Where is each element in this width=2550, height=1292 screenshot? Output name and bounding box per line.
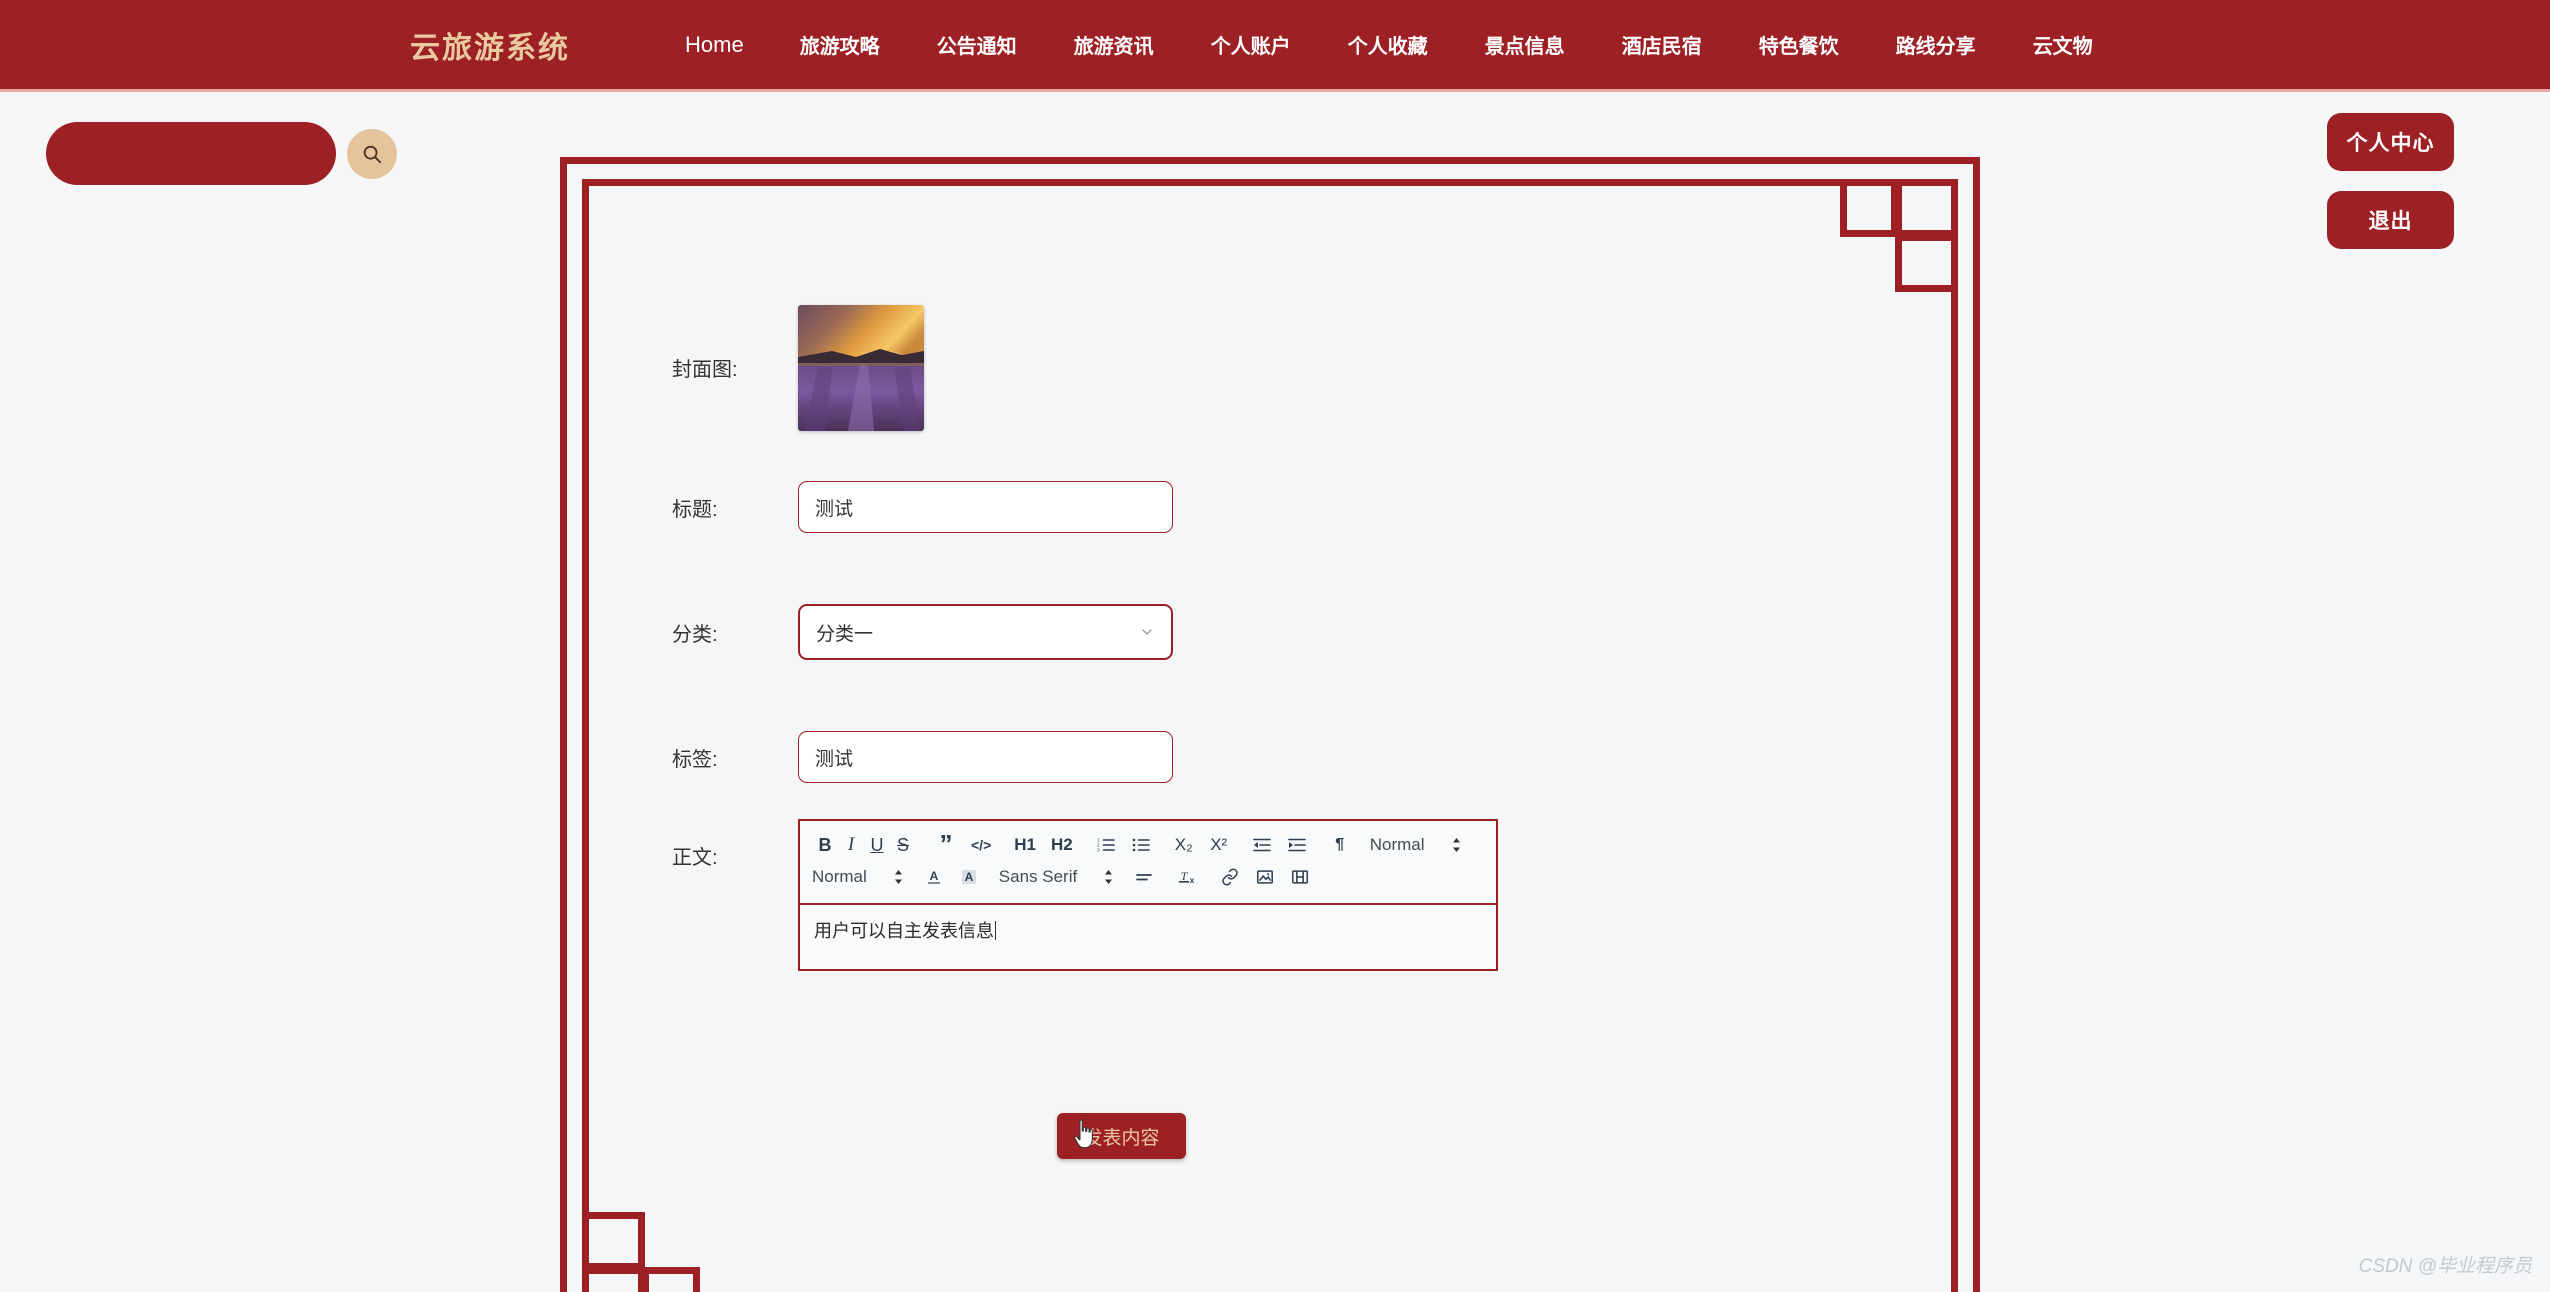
brand-logo[interactable]: 云旅游系统 xyxy=(410,23,570,67)
link-icon[interactable] xyxy=(1217,863,1243,891)
form-row-title: 标题: xyxy=(672,445,1872,569)
ornament-square xyxy=(582,1212,645,1270)
watermark: CSDN @毕业程序员 xyxy=(2358,1256,2532,1277)
corner-ornament-top-right xyxy=(1840,179,1958,292)
editor-toolbar: B I U S ” </> H1 H2 1 2 3 X₂ X² ¶ Normal… xyxy=(798,819,1498,903)
corner-ornament-bottom-left xyxy=(582,1212,700,1292)
ornament-square xyxy=(1840,179,1898,237)
cover-image-thumbnail[interactable] xyxy=(798,304,924,431)
tag-label: 标签: xyxy=(672,748,718,771)
outdent-icon[interactable] xyxy=(1249,831,1275,859)
bullet-list-icon[interactable] xyxy=(1128,831,1154,859)
title-input[interactable] xyxy=(798,481,1173,533)
svg-text:3: 3 xyxy=(1097,848,1100,853)
svg-text:A: A xyxy=(929,869,938,883)
title-label: 标题: xyxy=(672,498,718,521)
svg-text:x: x xyxy=(1190,876,1195,885)
font-family-select[interactable]: Sans Serif xyxy=(999,867,1114,887)
updown-arrows-icon xyxy=(893,869,904,885)
nav-item-announcements[interactable]: 公告通知 xyxy=(937,24,1017,65)
cover-label: 封面图: xyxy=(672,359,738,381)
main-nav: Home 旅游攻略 公告通知 旅游资讯 个人账户 个人收藏 景点信息 酒店民宿 … xyxy=(685,24,2150,65)
publish-content-button[interactable]: 发表内容 xyxy=(1057,1113,1186,1159)
heading-1-icon[interactable]: H1 xyxy=(1011,831,1039,859)
strikethrough-icon[interactable]: S xyxy=(890,831,916,859)
underline-icon[interactable]: U xyxy=(864,831,890,859)
publish-form: 封面图: 标题: 测试 分类: 分类一 标签: 测试 正文: B I U S ”… xyxy=(672,290,1872,971)
editor-toolbar-row-1: B I U S ” </> H1 H2 1 2 3 X₂ X² ¶ Normal xyxy=(812,829,1484,861)
rich-text-editor: B I U S ” </> H1 H2 1 2 3 X₂ X² ¶ Normal… xyxy=(798,819,1498,971)
heading-format-select-row1[interactable]: Normal xyxy=(1370,835,1462,855)
text-caret xyxy=(995,921,996,940)
logout-button[interactable]: 退出 xyxy=(2327,191,2454,249)
code-block-icon[interactable]: </> xyxy=(968,831,994,859)
updown-arrows-icon xyxy=(1451,837,1462,853)
svg-text:T: T xyxy=(1181,869,1189,883)
nav-item-attraction-info[interactable]: 景点信息 xyxy=(1485,24,1565,65)
heading-format-value-2: Normal xyxy=(812,867,867,886)
ornament-square xyxy=(1895,234,1958,292)
nav-item-dining[interactable]: 特色餐饮 xyxy=(1759,24,1839,65)
align-icon[interactable] xyxy=(1131,863,1157,891)
search-button[interactable] xyxy=(347,128,397,179)
nav-item-home[interactable]: Home xyxy=(685,26,744,64)
updown-arrows-icon xyxy=(1103,869,1114,885)
body-label: 正文: xyxy=(672,847,718,869)
category-selected-value: 分类一 xyxy=(816,623,874,645)
chevron-down-icon xyxy=(1139,624,1155,640)
form-row-category: 分类: 分类一 xyxy=(672,569,1872,695)
search-input[interactable] xyxy=(46,122,347,185)
category-label: 分类: xyxy=(672,623,718,646)
lavender-field-sunset-image xyxy=(798,304,924,431)
form-row-tag: 标签: xyxy=(672,695,1872,819)
category-select[interactable]: 分类一 xyxy=(798,604,1173,660)
search-icon xyxy=(363,145,382,163)
ornament-square xyxy=(582,1267,645,1292)
tag-input[interactable] xyxy=(798,731,1173,783)
editor-text: 用户可以自主发表信息 xyxy=(814,921,994,941)
nav-item-travel-guide[interactable]: 旅游攻略 xyxy=(800,24,880,65)
bold-icon[interactable]: B xyxy=(812,831,838,859)
nav-item-personal-favorites[interactable]: 个人收藏 xyxy=(1348,24,1428,65)
video-icon[interactable] xyxy=(1287,863,1313,891)
search-box xyxy=(46,122,397,185)
nav-item-cultural-relics[interactable]: 云文物 xyxy=(2033,24,2093,65)
ornament-square xyxy=(642,1267,700,1292)
site-header: 云旅游系统 Home 旅游攻略 公告通知 旅游资讯 个人账户 个人收藏 景点信息… xyxy=(0,0,2550,92)
blockquote-icon[interactable]: ” xyxy=(933,831,959,859)
submit-area: 发表内容 xyxy=(1057,1113,1186,1159)
nav-item-route-sharing[interactable]: 路线分享 xyxy=(1896,24,1976,65)
form-row-body: 正文: B I U S ” </> H1 H2 1 2 3 X₂ X² ¶ No… xyxy=(672,819,1872,971)
superscript-icon[interactable]: X² xyxy=(1206,831,1232,859)
heading-2-icon[interactable]: H2 xyxy=(1048,831,1076,859)
background-color-icon[interactable]: A xyxy=(956,863,982,891)
clear-formatting-icon[interactable]: T x xyxy=(1174,863,1200,891)
heading-format-value: Normal xyxy=(1369,835,1425,854)
nav-item-personal-account[interactable]: 个人账户 xyxy=(1211,24,1291,65)
nav-item-hotels[interactable]: 酒店民宿 xyxy=(1622,24,1702,65)
form-row-cover: 封面图: xyxy=(672,290,1872,445)
image-icon[interactable] xyxy=(1252,863,1278,891)
nav-item-travel-news[interactable]: 旅游资讯 xyxy=(1074,24,1154,65)
text-direction-icon[interactable]: ¶ xyxy=(1327,831,1353,859)
subscript-icon[interactable]: X₂ xyxy=(1171,831,1197,859)
personal-center-button[interactable]: 个人中心 xyxy=(2327,113,2454,171)
heading-format-select-row2[interactable]: Normal xyxy=(812,867,904,887)
user-actions: 个人中心 退出 xyxy=(2327,113,2454,249)
editor-toolbar-row-2: Normal A A Sans Serif T x xyxy=(812,861,1484,893)
indent-icon[interactable] xyxy=(1284,831,1310,859)
ornament-square xyxy=(1895,179,1958,237)
editor-content-area[interactable]: 用户可以自主发表信息 xyxy=(798,903,1498,971)
ordered-list-icon[interactable]: 1 2 3 xyxy=(1093,831,1119,859)
font-family-value: Sans Serif xyxy=(998,867,1078,886)
svg-text:A: A xyxy=(964,870,973,884)
text-color-icon[interactable]: A xyxy=(921,863,947,891)
italic-icon[interactable]: I xyxy=(838,831,864,859)
